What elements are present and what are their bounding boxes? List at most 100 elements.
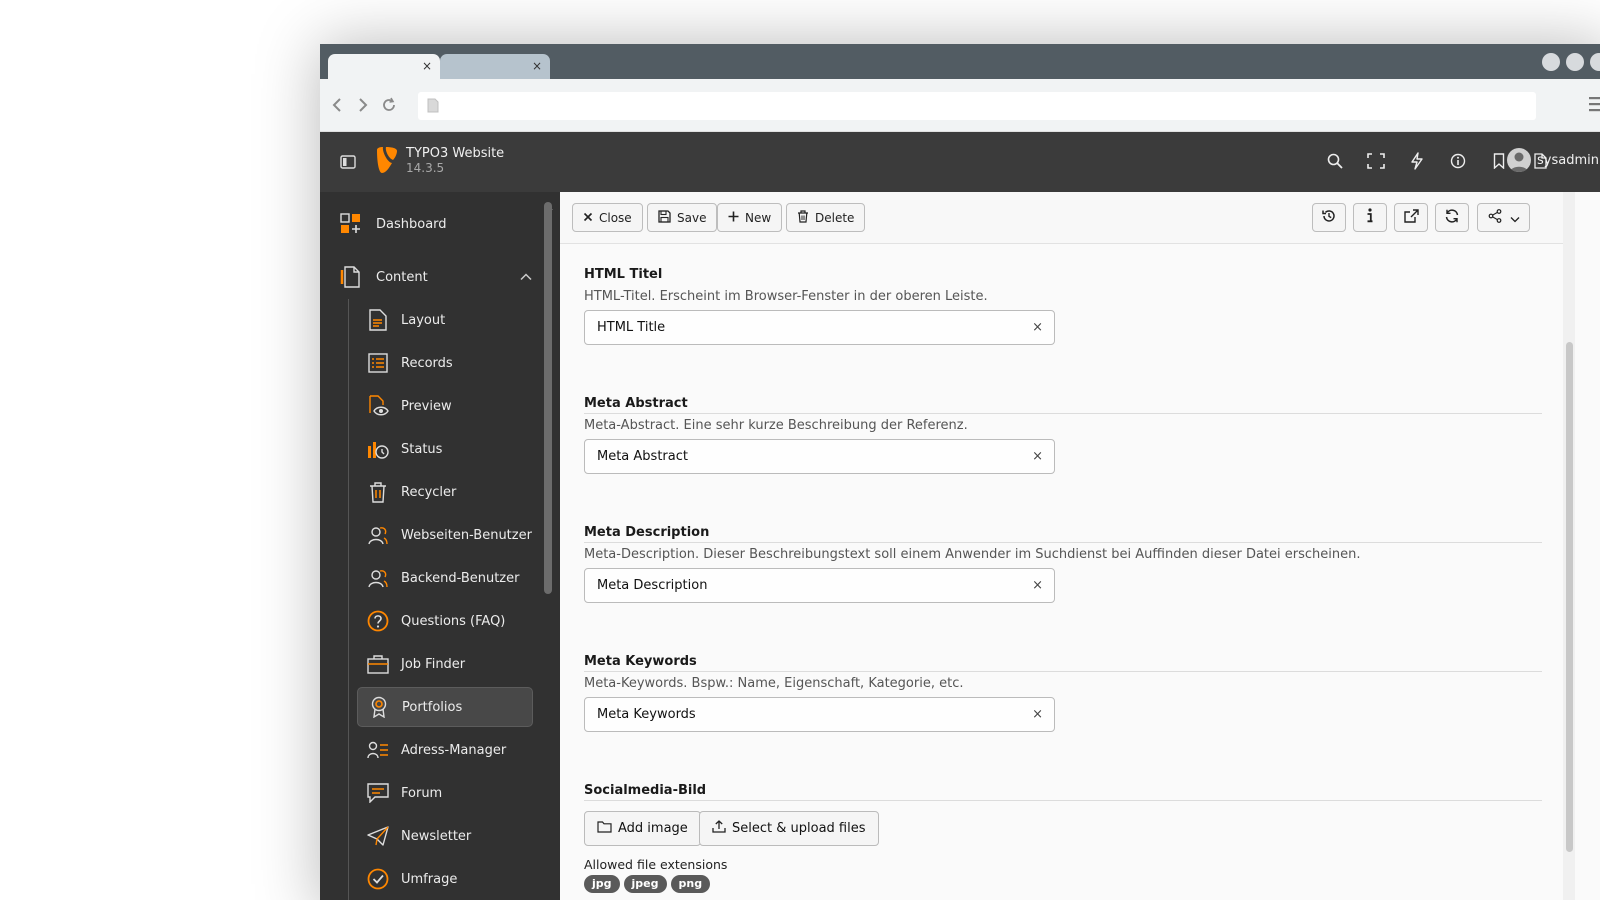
- minimize-button[interactable]: [1542, 53, 1560, 71]
- input-value: Meta Abstract: [597, 449, 688, 464]
- bookmark-icon[interactable]: [1489, 150, 1509, 172]
- address-icon: [366, 738, 390, 762]
- sidebar-item-forum[interactable]: Forum: [357, 773, 533, 813]
- sidebar-item-label: Content: [376, 269, 428, 285]
- close-window-button[interactable]: [1590, 53, 1600, 71]
- sidebar-item-job-finder[interactable]: Job Finder: [357, 644, 533, 684]
- sidebar-item-address-manager[interactable]: Adress-Manager: [357, 730, 533, 770]
- trash-icon: [797, 209, 809, 226]
- new-label: New: [745, 210, 772, 225]
- tab-close-icon[interactable]: ×: [422, 58, 432, 74]
- address-bar[interactable]: [418, 92, 1536, 120]
- sidebar-item-label: Adress-Manager: [401, 742, 507, 758]
- back-icon[interactable]: [326, 94, 348, 116]
- browser-tab-active[interactable]: ×: [328, 54, 440, 79]
- user-menu[interactable]: sysadmin: [1507, 148, 1599, 172]
- sidebar-item-portfolios[interactable]: Portfolios: [357, 687, 533, 727]
- info-icon: [1366, 208, 1374, 227]
- sidebar-item-content[interactable]: Content: [330, 257, 550, 297]
- site-name[interactable]: TYPO3 Website: [406, 146, 504, 161]
- sidebar-item-survey[interactable]: Umfrage: [357, 859, 533, 899]
- upload-label: Select & upload files: [732, 821, 866, 836]
- delete-label: Delete: [815, 210, 855, 225]
- reload-icon[interactable]: [378, 94, 400, 116]
- meta-description-input[interactable]: Meta Description ×: [584, 568, 1055, 603]
- chevron-down-icon: [1510, 208, 1520, 227]
- sidebar-item-recycler[interactable]: Recycler: [357, 472, 533, 512]
- sidebar-item-label: Status: [401, 441, 443, 457]
- sidebar-item-dashboard[interactable]: Dashboard: [330, 204, 550, 244]
- html-title-input[interactable]: HTML Title ×: [584, 310, 1055, 345]
- info-icon[interactable]: [1448, 150, 1468, 172]
- field-meta-keywords: Meta Keywords Meta-Keywords. Bspw.: Name…: [584, 654, 1542, 732]
- sidebar-item-faq[interactable]: Questions (FAQ): [357, 601, 533, 641]
- browser-tab-inactive[interactable]: ×: [440, 54, 550, 79]
- sidebar-item-layout[interactable]: Layout: [357, 300, 533, 340]
- fullscreen-icon[interactable]: [1366, 150, 1386, 172]
- dashboard-icon: [338, 211, 364, 237]
- typo3-logo-icon: [375, 147, 399, 177]
- sidebar-item-status[interactable]: Status: [357, 429, 533, 469]
- view-page-button[interactable]: [1394, 203, 1428, 232]
- sidebar-item-label: Questions (FAQ): [401, 613, 506, 629]
- sidebar-item-label: Webseiten-Benutzer: [401, 527, 532, 543]
- records-icon: [366, 351, 390, 375]
- status-icon: [366, 437, 390, 461]
- layout-icon: [366, 308, 390, 332]
- upload-icon: [712, 820, 726, 837]
- briefcase-icon: [366, 652, 390, 676]
- sidebar-item-label: Records: [401, 355, 453, 371]
- meta-abstract-input[interactable]: Meta Abstract ×: [584, 439, 1055, 474]
- new-button[interactable]: New: [717, 203, 783, 232]
- tab-close-icon[interactable]: ×: [532, 58, 542, 74]
- refresh-icon: [1444, 208, 1460, 228]
- username: sysadmin: [1537, 152, 1599, 168]
- sidebar-item-records[interactable]: Records: [357, 343, 533, 383]
- field-label: Meta Abstract: [584, 396, 688, 411]
- clear-icon[interactable]: ×: [1032, 698, 1043, 731]
- sidebar-item-website-users[interactable]: Webseiten-Benutzer: [357, 515, 533, 555]
- clear-icon[interactable]: ×: [1032, 440, 1043, 473]
- info-button[interactable]: [1353, 203, 1387, 232]
- sidebar-item-newsletter[interactable]: Newsletter: [357, 816, 533, 856]
- close-label: Close: [599, 210, 632, 225]
- field-description: Meta-Keywords. Bspw.: Name, Eigenschaft,…: [584, 676, 964, 691]
- add-image-button[interactable]: Add image: [584, 811, 701, 846]
- forward-icon[interactable]: [352, 94, 374, 116]
- search-icon[interactable]: [1325, 150, 1345, 172]
- upload-files-button[interactable]: Select & upload files: [699, 811, 879, 846]
- backend-users-icon: [366, 566, 390, 590]
- share-dropdown[interactable]: [1477, 203, 1530, 232]
- browser-toolbar: [320, 79, 1600, 132]
- reload-button[interactable]: [1435, 203, 1469, 232]
- newsletter-icon: [366, 824, 390, 848]
- main-scrollbar[interactable]: [1566, 342, 1573, 852]
- history-button[interactable]: [1312, 203, 1346, 232]
- chevron-up-icon[interactable]: [520, 270, 532, 285]
- scroll-up-icon[interactable]: [544, 196, 554, 210]
- browser-menu-icon[interactable]: [1588, 96, 1600, 116]
- clear-icon[interactable]: ×: [1032, 569, 1043, 602]
- meta-keywords-input[interactable]: Meta Keywords ×: [584, 697, 1055, 732]
- extension-badge: jpeg: [623, 875, 667, 893]
- delete-button[interactable]: Delete: [786, 203, 866, 232]
- sidebar-toggle-icon[interactable]: [340, 154, 356, 173]
- sidebar-item-label: Portfolios: [402, 699, 463, 715]
- desktop: × × TYPO3 Website 14.3.5 sysadmin Dashbo…: [0, 0, 1600, 900]
- maximize-button[interactable]: [1566, 53, 1584, 71]
- sidebar-item-preview[interactable]: Preview: [357, 386, 533, 426]
- flash-icon[interactable]: [1407, 150, 1427, 172]
- field-meta-description: Meta Description Meta-Description. Diese…: [584, 525, 1542, 603]
- forum-icon: [366, 781, 390, 805]
- add-image-label: Add image: [618, 821, 688, 836]
- sidebar-item-label: Dashboard: [376, 216, 447, 232]
- clear-icon[interactable]: ×: [1032, 311, 1043, 344]
- field-description: HTML-Titel. Erscheint im Browser-Fenster…: [584, 289, 988, 304]
- field-html-title: HTML Titel HTML-Titel. Erscheint im Brow…: [584, 267, 1542, 345]
- main-content: Close Save New Delete HTML Titel HTML-Ti…: [560, 192, 1600, 900]
- sidebar-item-label: Forum: [401, 785, 443, 801]
- save-button[interactable]: Save: [647, 203, 718, 232]
- close-button[interactable]: Close: [572, 203, 643, 232]
- sidebar-item-backend-users[interactable]: Backend-Benutzer: [357, 558, 533, 598]
- share-icon: [1488, 208, 1502, 227]
